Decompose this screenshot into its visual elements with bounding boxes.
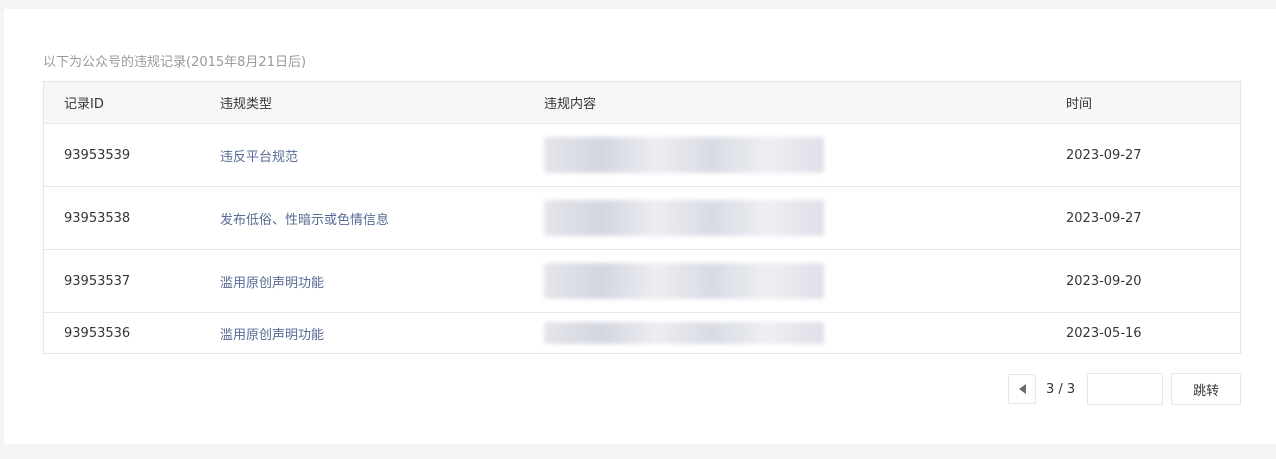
records-caption: 以下为公众号的违规记录(2015年8月21日后) [43,55,307,70]
record-id: 93953538 [64,210,131,226]
table-row: 93953536 滥用原创声明功能 2023-05-16 [44,313,1240,353]
header-time: 时间 [1066,97,1093,112]
record-id: 93953537 [64,273,131,289]
table-row: 93953538 发布低俗、性暗示或色情信息 2023-09-27 [44,187,1240,250]
violation-content-redacted [544,124,834,186]
record-id: 93953539 [64,147,131,163]
violation-content-redacted [544,187,834,249]
prev-page-button[interactable] [1008,374,1036,404]
record-time: 2023-05-16 [1066,325,1142,341]
pagination: 3 / 3 跳转 [1008,373,1242,405]
table-row: 93953537 滥用原创声明功能 2023-09-20 [44,250,1240,313]
violation-type: 违反平台规范 [220,149,299,165]
record-id: 93953536 [64,325,131,341]
violation-type: 发布低俗、性暗示或色情信息 [220,212,390,228]
record-time: 2023-09-27 [1066,147,1142,163]
jump-page-input[interactable] [1087,373,1164,405]
violation-content-redacted [544,250,834,312]
jump-button[interactable]: 跳转 [1171,373,1242,405]
page-indicator: 3 / 3 [1046,381,1076,397]
record-time: 2023-09-27 [1066,210,1142,226]
violation-table: 记录ID 违规类型 违规内容 时间 93953539 违反平台规范 2023-0… [43,81,1241,354]
violation-records-card: 以下为公众号的违规记录(2015年8月21日后) 记录ID 违规类型 违规内容 … [4,9,1276,444]
violation-type: 滥用原创声明功能 [220,327,325,343]
header-violation-type: 违规类型 [220,97,273,112]
table-row: 93953539 违反平台规范 2023-09-27 [44,124,1240,187]
table-header: 记录ID 违规类型 违规内容 时间 [44,82,1240,124]
header-violation-content: 违规内容 [544,97,597,112]
violation-content-redacted [544,313,834,353]
violation-type: 滥用原创声明功能 [220,275,325,291]
header-record-id: 记录ID [64,97,104,112]
record-time: 2023-09-20 [1066,273,1142,289]
triangle-left-icon [1018,384,1026,394]
